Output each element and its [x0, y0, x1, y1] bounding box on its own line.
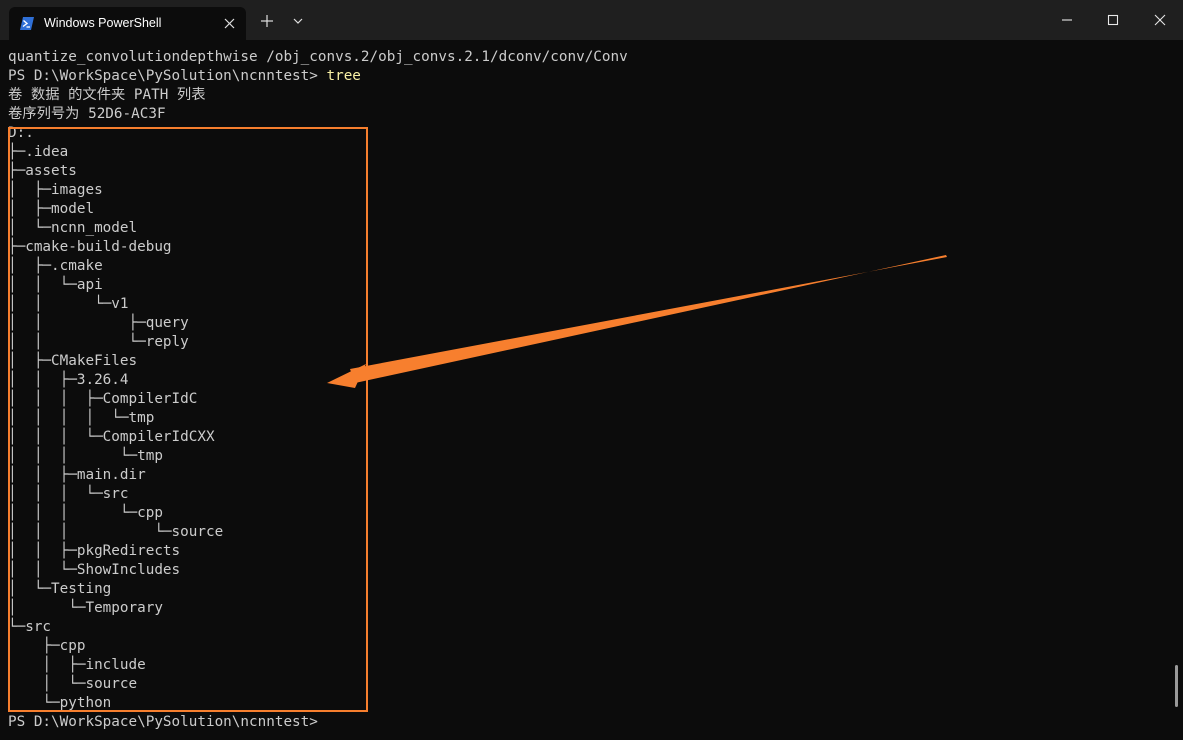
terminal-line: 卷序列号为 52D6-AC3F: [8, 106, 166, 122]
tree-line: │ │ ├─main.dir: [8, 467, 146, 483]
tree-line: │ └─Temporary: [8, 600, 163, 616]
tree-line: └─python: [8, 695, 112, 711]
tab-windows-powershell[interactable]: Windows PowerShell: [9, 7, 246, 40]
command-text: tree: [326, 68, 361, 84]
new-tab-plus-icon[interactable]: [260, 14, 274, 28]
tree-line: │ └─source: [8, 676, 138, 692]
tree-line: │ │ │ └─CompilerIdCXX: [8, 429, 215, 445]
maximize-icon[interactable]: [1103, 10, 1123, 30]
tree-line: ├─cmake-build-debug: [8, 239, 172, 255]
tree-line: │ │ │ └─source: [8, 524, 224, 540]
tree-line: ├─assets: [8, 163, 77, 179]
tree-line: │ │ │ │ └─tmp: [8, 410, 155, 426]
tree-line: │ │ │ └─cpp: [8, 505, 163, 521]
title-bar: Windows PowerShell: [0, 0, 1183, 40]
minimize-icon[interactable]: [1057, 10, 1077, 30]
tree-line: │ ├─CMakeFiles: [8, 353, 138, 369]
tree-line: │ ├─.cmake: [8, 258, 103, 274]
terminal-line: quantize_convolutiondepthwise /obj_convs…: [8, 49, 628, 65]
terminal-output[interactable]: quantize_convolutiondepthwise /obj_convs…: [8, 48, 628, 732]
tree-line: ├─cpp: [8, 638, 86, 654]
tree-line: D:.: [8, 125, 34, 141]
tree-line: │ └─ncnn_model: [8, 220, 138, 236]
chevron-down-icon[interactable]: [291, 15, 305, 27]
tree-line: │ ├─model: [8, 201, 95, 217]
tree-line: │ │ └─reply: [8, 334, 189, 350]
tree-line: │ ├─images: [8, 182, 103, 198]
tree-line: ├─.idea: [8, 144, 69, 160]
close-window-icon[interactable]: [1150, 10, 1170, 30]
tree-line: │ │ └─ShowIncludes: [8, 562, 181, 578]
tree-line: │ │ │ ├─CompilerIdC: [8, 391, 198, 407]
tree-line: │ │ └─api: [8, 277, 103, 293]
tree-line: │ │ ├─pkgRedirects: [8, 543, 181, 559]
tree-line: │ └─Testing: [8, 581, 112, 597]
tab-title: Windows PowerShell: [44, 16, 162, 30]
tree-line: │ │ ├─3.26.4: [8, 372, 129, 388]
prompt: PS D:\WorkSpace\PySolution\ncnntest>: [8, 68, 318, 84]
tree-line: │ ├─include: [8, 657, 146, 673]
tree-line: │ │ └─v1: [8, 296, 129, 312]
tree-line: └─src: [8, 619, 52, 635]
tree-line: │ │ │ └─src: [8, 486, 129, 502]
scrollbar-thumb[interactable]: [1175, 665, 1178, 707]
tree-line: │ │ ├─query: [8, 315, 189, 331]
powershell-icon: [20, 17, 34, 30]
terminal-line: 卷 数据 的文件夹 PATH 列表: [8, 87, 206, 103]
tree-line: │ │ │ └─tmp: [8, 448, 163, 464]
final-prompt: PS D:\WorkSpace\PySolution\ncnntest>: [8, 714, 318, 730]
close-tab-icon[interactable]: [221, 15, 238, 32]
